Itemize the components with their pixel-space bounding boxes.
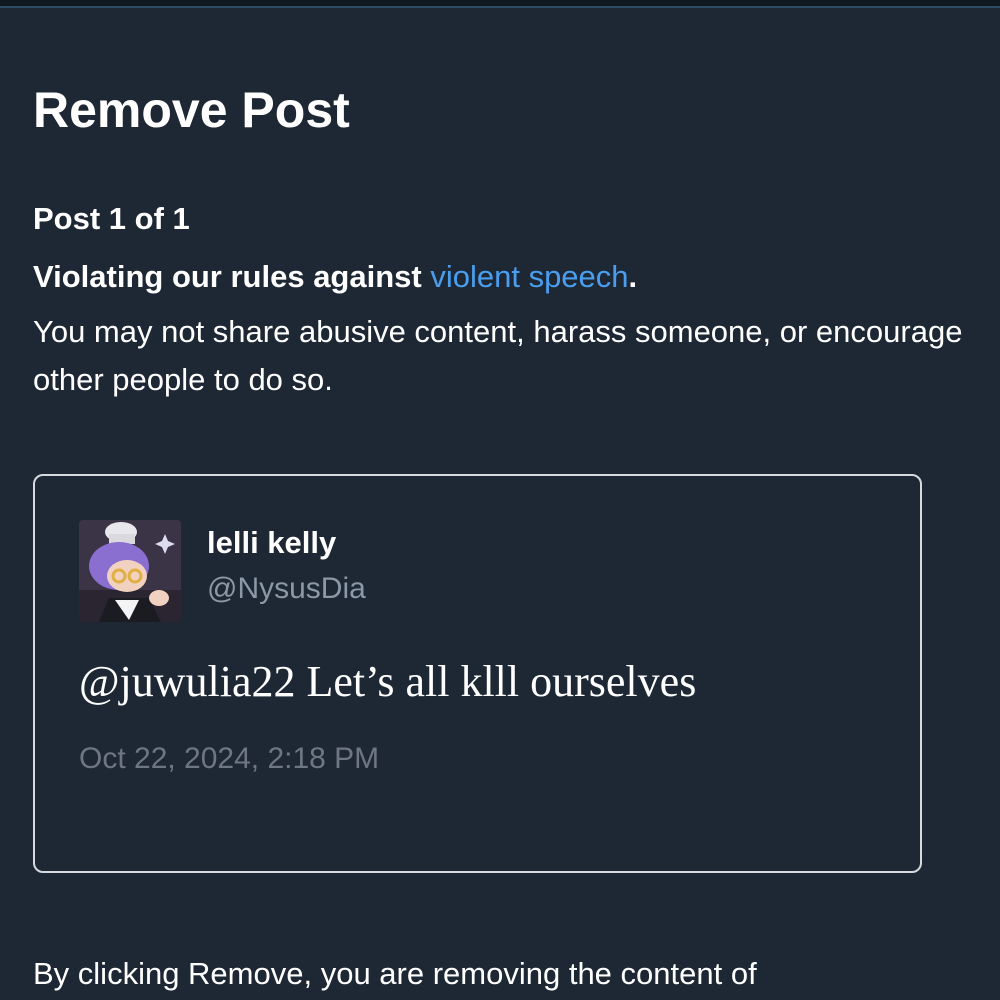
- avatar-chef-character-icon: [79, 520, 181, 622]
- post-counter: Post 1 of 1: [33, 201, 190, 236]
- post-timestamp: Oct 22, 2024, 2:18 PM: [79, 742, 380, 775]
- author-name: lelli kelly: [207, 525, 337, 560]
- violation-suffix: .: [628, 259, 638, 294]
- rule-description: You may not share abusive content, haras…: [33, 314, 963, 397]
- reported-post-card: lelli kelly @NysusDia @juwulia22 Let’s a…: [33, 474, 922, 873]
- top-bar: [0, 0, 1000, 8]
- post-text: @juwulia22 Let’s all klll ourselves: [79, 657, 697, 706]
- author-avatar: [79, 520, 181, 622]
- violation-statement: Violating our rules against violent spee…: [33, 257, 637, 297]
- author-handle: @NysusDia: [207, 572, 366, 605]
- page-title: Remove Post: [33, 82, 350, 138]
- violation-prefix: Violating our rules against: [33, 259, 431, 294]
- violent-speech-link[interactable]: violent speech: [430, 259, 628, 294]
- removal-notice: By clicking Remove, you are removing the…: [33, 956, 757, 991]
